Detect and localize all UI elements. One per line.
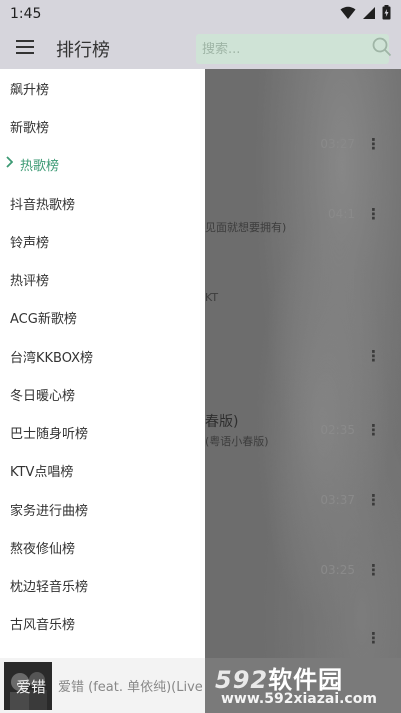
album-cover-title: 爱错 <box>16 677 47 696</box>
drawer-item[interactable]: 飙升榜 <box>0 69 205 107</box>
list-item: 03:37 ⋮ <box>320 491 381 509</box>
drawer-item[interactable]: ACG新歌榜 <box>0 298 205 336</box>
background-song-list: 03:27 ⋮ 04:1 ⋮ 见面就想要拥有) KT ⋮ 春版) ⋮ 02:35… <box>205 69 401 713</box>
drawer-item[interactable]: 家务进行曲榜 <box>0 490 205 528</box>
wifi-icon <box>340 5 356 24</box>
more-icon: ⋮ <box>366 135 381 153</box>
drawer-item-active[interactable]: 热歌榜 <box>0 145 205 183</box>
search-icon[interactable] <box>372 37 392 61</box>
list-item-subtitle: 见面就想要拥有) <box>205 221 287 234</box>
drawer-item[interactable]: 枕边轻音乐榜 <box>0 566 205 604</box>
drawer-item[interactable]: 抖音热歌榜 <box>0 184 205 222</box>
album-cover[interactable]: 爱错 <box>4 661 52 710</box>
app-bar: 排行榜 <box>0 28 401 69</box>
watermark-url: www.592xiazai.com <box>221 691 377 707</box>
drawer-item[interactable]: 台湾KKBOX榜 <box>0 337 205 375</box>
list-item-subtitle: KT <box>205 291 219 304</box>
drawer-item[interactable]: 古风音乐榜 <box>0 604 205 642</box>
drawer-item[interactable]: 新歌榜 <box>0 107 205 145</box>
drawer-item[interactable]: KTV点唱榜 <box>0 451 205 489</box>
watermark-logo: 592软件园 <box>215 666 344 694</box>
list-item: ⋮ <box>205 349 401 369</box>
list-item: 03:27 ⋮ <box>320 135 381 153</box>
more-icon: ⋮ <box>366 347 381 365</box>
more-icon: ⋮ <box>366 629 381 647</box>
status-bar: 1:45 <box>0 0 401 28</box>
drawer-item[interactable]: 熬夜修仙榜 <box>0 528 205 566</box>
more-icon: ⋮ <box>366 491 381 509</box>
search-box[interactable] <box>196 34 392 64</box>
menu-button[interactable] <box>0 28 50 69</box>
status-time: 1:45 <box>10 6 42 22</box>
status-icons <box>340 4 391 24</box>
now-playing-title: 爱错 (feat. 单依纯)(Live <box>58 680 203 695</box>
list-item: ⋮ <box>205 631 401 651</box>
drawer-item[interactable]: 冬日暖心榜 <box>0 375 205 413</box>
more-icon: ⋮ <box>366 561 381 579</box>
signal-icon <box>362 5 376 24</box>
mini-player[interactable]: 爱错 爱错 (feat. 单依纯)(Live <box>0 658 205 713</box>
list-item: 03:25 ⋮ <box>320 561 381 579</box>
page-title: 排行榜 <box>56 39 110 61</box>
search-input[interactable] <box>202 41 372 57</box>
drawer-item[interactable]: 巴士随身听榜 <box>0 413 205 451</box>
battery-icon <box>382 4 391 24</box>
chevron-right-icon <box>6 156 14 172</box>
drawer-item[interactable]: 热评榜 <box>0 260 205 298</box>
list-item-subtitle: (粤语小春版) <box>205 435 269 448</box>
ranking-drawer: 飙升榜 新歌榜 热歌榜 抖音热歌榜 铃声榜 热评榜 ACG新歌榜 台湾KKBOX… <box>0 69 205 658</box>
watermark: 592软件园 www.592xiazai.com <box>205 658 401 713</box>
hamburger-icon <box>16 39 34 58</box>
drawer-item[interactable]: 铃声榜 <box>0 222 205 260</box>
